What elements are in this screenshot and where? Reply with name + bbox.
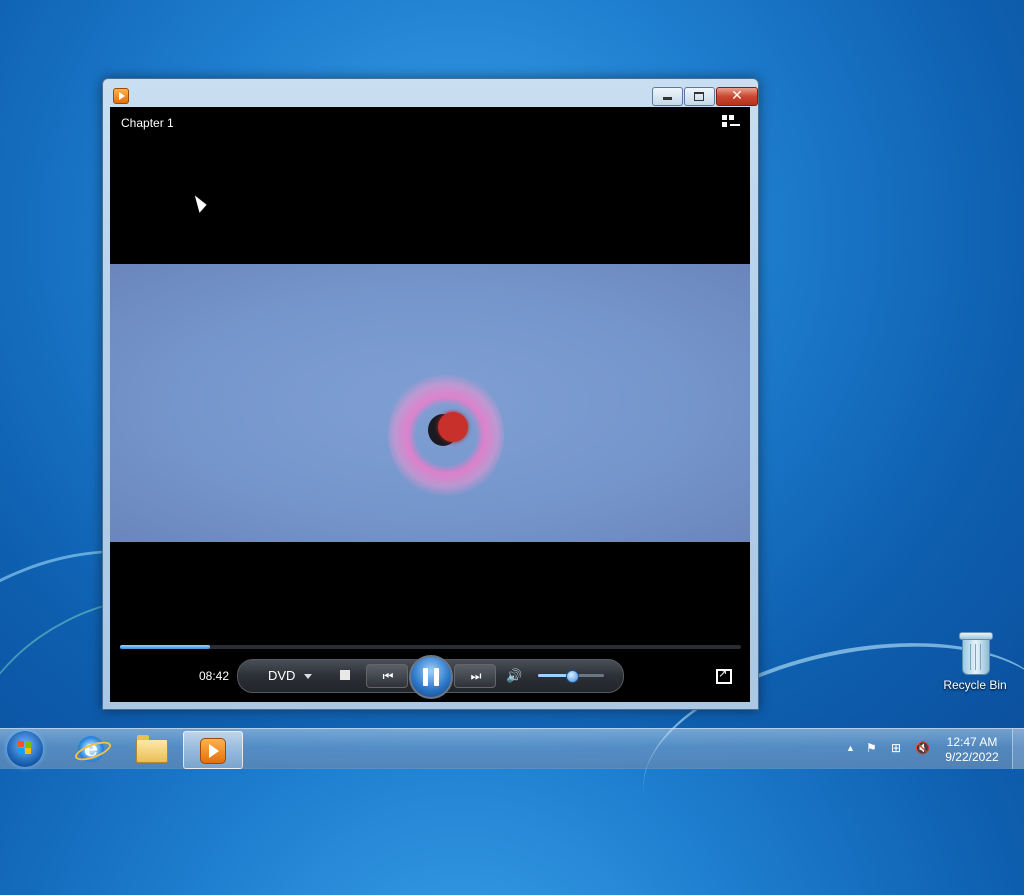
dvd-menu-button[interactable]: DVD bbox=[268, 668, 295, 683]
taskbar-internet-explorer[interactable]: e bbox=[60, 731, 118, 767]
network-icon[interactable]: ⊞ bbox=[891, 741, 901, 755]
minimize-button[interactable] bbox=[652, 87, 683, 106]
seek-bar[interactable] bbox=[120, 645, 741, 649]
taskbar-media-player[interactable] bbox=[183, 731, 243, 769]
previous-button[interactable]: ⏮ bbox=[366, 664, 408, 688]
pause-button[interactable] bbox=[409, 655, 453, 699]
seek-bar-fill bbox=[120, 645, 211, 649]
taskbar: e ▲ ⚑ ⊞ 🔇 12:47 AM 9/22/2022 bbox=[0, 728, 1024, 769]
video-frame[interactable] bbox=[110, 264, 750, 542]
window-titlebar[interactable]: ✕ bbox=[103, 79, 758, 107]
show-desktop-button[interactable] bbox=[1012, 729, 1024, 769]
chapter-title: Chapter 1 bbox=[121, 116, 174, 130]
taskbar-windows-explorer[interactable] bbox=[121, 731, 179, 767]
next-button[interactable]: ⏭ bbox=[454, 664, 496, 688]
media-player-icon[interactable] bbox=[113, 88, 129, 104]
recycle-bin[interactable]: Recycle Bin bbox=[940, 630, 1010, 692]
taskbar-clock[interactable]: 12:47 AM 9/22/2022 bbox=[936, 735, 1008, 765]
close-button[interactable]: ✕ bbox=[716, 87, 758, 106]
media-player-icon bbox=[200, 738, 226, 764]
close-icon: ✕ bbox=[731, 87, 743, 103]
clock-date: 9/22/2022 bbox=[945, 750, 999, 764]
folder-icon bbox=[136, 735, 168, 763]
recycle-bin-icon bbox=[959, 630, 993, 675]
ie-icon: e bbox=[78, 736, 104, 762]
action-center-flag-icon[interactable]: ⚑ bbox=[866, 741, 877, 755]
start-button[interactable] bbox=[7, 731, 43, 767]
maximize-button[interactable] bbox=[684, 87, 715, 106]
mute-button[interactable]: 🔊 bbox=[506, 668, 522, 684]
volume-slider[interactable] bbox=[538, 670, 604, 683]
switch-to-library-icon[interactable] bbox=[722, 115, 740, 131]
video-subject bbox=[388, 372, 504, 498]
volume-muted-icon[interactable]: 🔇 bbox=[915, 741, 930, 755]
windows-logo-icon bbox=[18, 741, 32, 755]
elapsed-time: 08:42 bbox=[199, 669, 230, 683]
clock-time: 12:47 AM bbox=[946, 735, 998, 749]
show-hidden-icons-icon[interactable]: ▲ bbox=[846, 743, 855, 753]
stop-button[interactable] bbox=[340, 670, 350, 680]
chevron-down-icon[interactable] bbox=[304, 674, 312, 679]
recycle-bin-label: Recycle Bin bbox=[943, 678, 1007, 692]
player-content[interactable]: Chapter 1 08:42 DVD ⏮ ⏭ 🔊 bbox=[110, 107, 750, 702]
fullscreen-button[interactable] bbox=[716, 667, 732, 684]
media-player-window[interactable]: ✕ Chapter 1 08:42 DVD ⏮ ⏭ 🔊 bbox=[102, 78, 759, 710]
